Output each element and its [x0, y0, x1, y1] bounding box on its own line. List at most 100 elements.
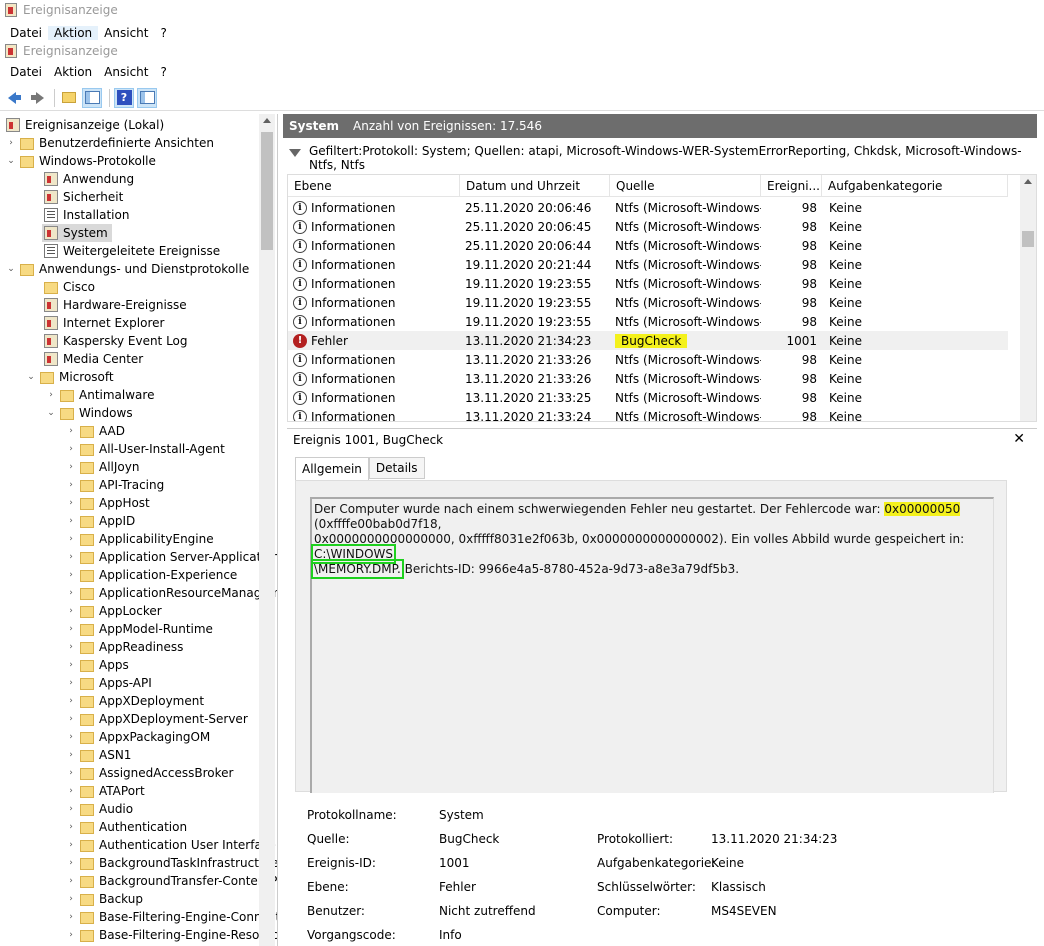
- tree-kaspersky[interactable]: Kaspersky Event Log: [44, 332, 188, 350]
- tree-log-anwendung[interactable]: Anwendung: [44, 170, 134, 188]
- tree-windows-child[interactable]: › AssignedAccessBroker: [66, 764, 233, 782]
- tree-microsoft[interactable]: ⌄ Microsoft: [26, 368, 113, 386]
- tree-windows-child[interactable]: › Application Server-Applications: [66, 548, 277, 566]
- tree-log-forwarded[interactable]: Weitergeleitete Ereignisse: [44, 242, 220, 260]
- tree-windows-child[interactable]: › All-User-Install-Agent: [66, 440, 225, 458]
- tree-windows-child[interactable]: › AppID: [66, 512, 135, 530]
- scroll-up-arrow-icon[interactable]: [263, 118, 271, 123]
- table-row[interactable]: i Informationen 13.11.2020 21:33:26 Ntfs (M…: [288, 350, 1008, 369]
- table-row[interactable]: ! Fehler 13.11.2020 21:34:23 BugCheck 1001 Ke…: [288, 331, 1008, 350]
- tab-allgemein[interactable]: Allgemein: [295, 457, 369, 481]
- chevron-right-icon[interactable]: ›: [66, 444, 76, 454]
- table-row[interactable]: i Informationen 25.11.2020 20:06:46 Ntfs (M…: [288, 198, 1008, 217]
- tree-windows-child[interactable]: › AppModel-Runtime: [66, 620, 213, 638]
- table-row[interactable]: i Informationen 13.11.2020 21:33:25 Ntfs (M…: [288, 388, 1008, 407]
- menu-aktion[interactable]: Aktion: [48, 26, 99, 40]
- tree-windows-child[interactable]: ›BackgroundTransfer-ContentPrefetcher: [66, 872, 277, 890]
- grid-scroll-thumb[interactable]: [1022, 231, 1034, 247]
- table-row[interactable]: i Informationen 19.11.2020 19:23:55 Ntfs (M…: [288, 312, 1008, 331]
- menu-aktion[interactable]: Aktion: [48, 65, 98, 79]
- tree-windows-child[interactable]: › Authentication User Interface: [66, 836, 276, 854]
- chevron-right-icon[interactable]: ›: [66, 894, 76, 904]
- tree-windows-child[interactable]: › API-Tracing: [66, 476, 164, 494]
- chevron-right-icon[interactable]: ›: [66, 786, 76, 796]
- tree-windows-child[interactable]: › Apps-API: [66, 674, 152, 692]
- menu-datei[interactable]: Datei: [4, 65, 48, 79]
- tree-windows-child[interactable]: › AllJoyn: [66, 458, 139, 476]
- tree-log-system[interactable]: System: [42, 224, 112, 242]
- table-row[interactable]: i Informationen 13.11.2020 21:33:24 Ntfs (M…: [288, 407, 1008, 421]
- tree-windows-child[interactable]: › Authentication: [66, 818, 187, 836]
- tree-windows-child[interactable]: ›Base-Filtering-Engine-Resource-Flows: [66, 926, 277, 944]
- col-date[interactable]: Datum und Uhrzeit: [460, 175, 610, 197]
- tab-details[interactable]: Details: [368, 457, 425, 479]
- tree-windows-child[interactable]: › ApplicabilityEngine: [66, 530, 213, 548]
- chevron-right-icon[interactable]: ›: [66, 426, 76, 436]
- chevron-right-icon[interactable]: ›: [66, 930, 76, 940]
- show-hide-console-tree-button[interactable]: [82, 87, 102, 108]
- chevron-right-icon[interactable]: ›: [66, 642, 76, 652]
- tree-windows-child[interactable]: › Backup: [66, 890, 143, 908]
- tree-windows-child[interactable]: › Apps: [66, 656, 129, 674]
- tree-windows-child[interactable]: › AppReadiness: [66, 638, 183, 656]
- chevron-right-icon[interactable]: ›: [66, 696, 76, 706]
- menu-ansicht[interactable]: Ansicht: [98, 65, 154, 79]
- chevron-right-icon[interactable]: ›: [66, 732, 76, 742]
- chevron-right-icon[interactable]: ›: [66, 840, 76, 850]
- tree-scroll-thumb[interactable]: [261, 132, 273, 250]
- tree-windows-child[interactable]: › Application-Experience: [66, 566, 237, 584]
- tree-windows-child[interactable]: ›ApplicationResourceManagement: [66, 584, 277, 602]
- tree-windows-child[interactable]: › ASN1: [66, 746, 131, 764]
- col-eventid[interactable]: Ereigni...: [761, 175, 822, 197]
- tree-hardware[interactable]: Hardware-Ereignisse: [44, 296, 187, 314]
- tree-log-installation[interactable]: Installation: [44, 206, 129, 224]
- col-source[interactable]: Quelle: [610, 175, 761, 197]
- back-button[interactable]: [4, 88, 24, 108]
- table-row[interactable]: i Informationen 13.11.2020 21:33:26 Ntfs (M…: [288, 369, 1008, 388]
- help-button[interactable]: ?: [114, 87, 134, 108]
- tree-custom-views[interactable]: › Benutzerdefinierte Ansichten: [6, 134, 214, 152]
- chevron-right-icon[interactable]: ›: [66, 912, 76, 922]
- console-tree[interactable]: Ereignisanzeige (Lokal) › Benutzerdefinie…: [0, 114, 278, 946]
- chevron-right-icon[interactable]: ›: [66, 822, 76, 832]
- tree-windows-child[interactable]: › AppHost: [66, 494, 150, 512]
- chevron-right-icon[interactable]: ›: [66, 534, 76, 544]
- table-row[interactable]: i Informationen 19.11.2020 20:21:44 Ntfs (M…: [288, 255, 1008, 274]
- chevron-right-icon[interactable]: ›: [66, 552, 76, 562]
- tree-windows-child[interactable]: › AppLocker: [66, 602, 162, 620]
- chevron-right-icon[interactable]: ›: [66, 678, 76, 688]
- chevron-down-icon[interactable]: ⌄: [6, 264, 16, 274]
- menu-ansicht[interactable]: Ansicht: [98, 26, 154, 40]
- chevron-right-icon[interactable]: ›: [66, 876, 76, 886]
- table-row[interactable]: i Informationen 25.11.2020 20:06:45 Ntfs (M…: [288, 217, 1008, 236]
- tree-app-logs[interactable]: ⌄ Anwendungs- und Dienstprotokolle: [6, 260, 249, 278]
- chevron-right-icon[interactable]: ›: [66, 588, 76, 598]
- tree-cisco[interactable]: Cisco: [44, 278, 95, 296]
- close-icon[interactable]: ✕: [1013, 431, 1025, 447]
- chevron-right-icon[interactable]: ›: [66, 714, 76, 724]
- col-level[interactable]: Ebene: [288, 175, 460, 197]
- menu-datei[interactable]: Datei: [4, 26, 48, 40]
- chevron-right-icon[interactable]: ›: [66, 570, 76, 580]
- tree-windows-child[interactable]: › ATAPort: [66, 782, 145, 800]
- tree-ie[interactable]: Internet Explorer: [44, 314, 164, 332]
- tree-windows-child[interactable]: ›Base-Filtering-Engine-Connections: [66, 908, 277, 926]
- scroll-up-arrow-icon[interactable]: [1024, 179, 1032, 184]
- tree-windows-child[interactable]: › Audio: [66, 800, 133, 818]
- table-row[interactable]: i Informationen 19.11.2020 19:23:55 Ntfs (M…: [288, 274, 1008, 293]
- show-hide-action-pane-button[interactable]: [137, 87, 157, 108]
- tree-scrollbar[interactable]: [259, 114, 275, 946]
- chevron-right-icon[interactable]: ›: [66, 480, 76, 490]
- chevron-right-icon[interactable]: ›: [66, 624, 76, 634]
- chevron-right-icon[interactable]: ›: [66, 516, 76, 526]
- tree-windows-child[interactable]: › AppXDeployment: [66, 692, 204, 710]
- tree-windows-child[interactable]: › BackgroundTaskInfrastructure: [66, 854, 277, 872]
- event-message[interactable]: Der Computer wurde nach einem schwerwieg…: [310, 497, 994, 793]
- chevron-right-icon[interactable]: ›: [66, 804, 76, 814]
- table-row[interactable]: i Informationen 25.11.2020 20:06:44 Ntfs (M…: [288, 236, 1008, 255]
- tree-mediacenter[interactable]: Media Center: [44, 350, 143, 368]
- menu-help[interactable]: ?: [154, 26, 172, 40]
- tree-log-sicherheit[interactable]: Sicherheit: [44, 188, 123, 206]
- chevron-right-icon[interactable]: ›: [66, 768, 76, 778]
- tree-windows[interactable]: ⌄ Windows: [46, 404, 132, 422]
